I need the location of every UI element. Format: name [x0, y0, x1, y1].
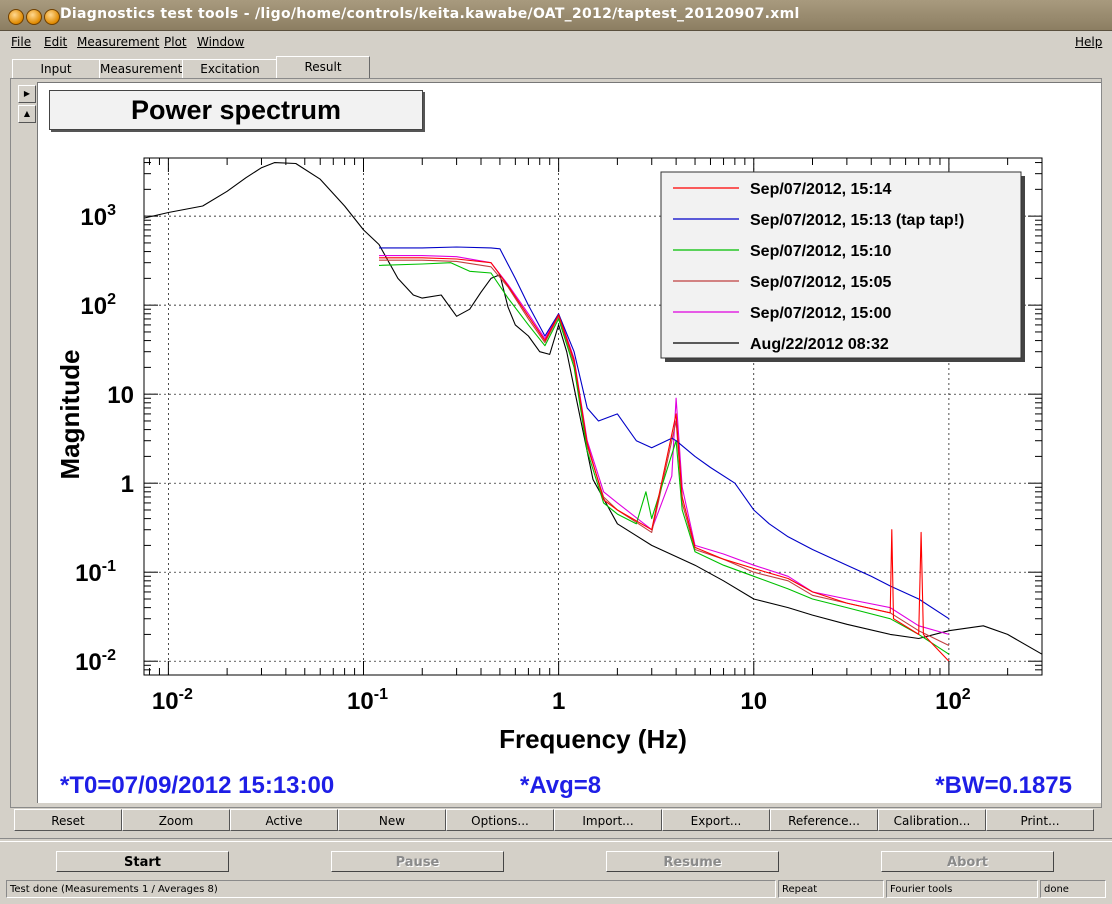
menu-edit-label: Edit [44, 35, 68, 49]
status-bar: Test done (Measurements 1 / Averages 8) … [0, 880, 1112, 902]
abort-button[interactable]: Abort [881, 851, 1054, 872]
status-message: Test done (Measurements 1 / Averages 8) [6, 880, 776, 898]
menu-measurement-label: Measurement [77, 35, 160, 49]
menu-window[interactable]: Window [197, 35, 244, 49]
menu-help-label: Help [1075, 35, 1103, 49]
tab-measurement[interactable]: Measurement [99, 59, 183, 78]
export-button[interactable]: Export... [662, 809, 770, 831]
window-title: Diagnostics test tools - /ligo/home/cont… [60, 6, 800, 22]
status-tool: Fourier tools [886, 880, 1038, 898]
menu-plot[interactable]: Plot [164, 35, 187, 49]
arrow-up-icon[interactable]: ▲ [18, 105, 36, 123]
menu-file[interactable]: File [11, 35, 31, 49]
menu-edit[interactable]: Edit [44, 35, 67, 49]
menu-help[interactable]: Help [1075, 35, 1102, 49]
start-button[interactable]: Start [56, 851, 229, 872]
reference-button[interactable]: Reference... [770, 809, 878, 831]
menu-window-label: Window [197, 35, 245, 49]
tab-excitation[interactable]: Excitation [182, 59, 278, 78]
menu-plot-label: Plot [164, 35, 187, 49]
status-state: done [1040, 880, 1106, 898]
plot-canvas[interactable] [37, 82, 1101, 803]
plot-title: Power spectrum [49, 90, 423, 130]
separator [0, 838, 1112, 842]
menu-file-label: File [11, 35, 32, 49]
menu-bar: File Edit Measurement Plot Window Help [0, 31, 1112, 53]
minimize-icon[interactable] [26, 9, 42, 25]
arrow-right-icon[interactable]: ▶ [18, 85, 36, 103]
close-icon[interactable] [8, 9, 24, 25]
resume-button[interactable]: Resume [606, 851, 779, 872]
calibration-button[interactable]: Calibration... [878, 809, 986, 831]
reset-button[interactable]: Reset [14, 809, 122, 831]
menu-measurement[interactable]: Measurement [77, 35, 159, 49]
active-button[interactable]: Active [230, 809, 338, 831]
status-mode: Repeat [778, 880, 884, 898]
plot-toolbar: Reset Zoom Active New Options... Import.… [14, 809, 1098, 833]
new-button[interactable]: New [338, 809, 446, 831]
maximize-icon[interactable] [44, 9, 60, 25]
zoom-button[interactable]: Zoom [122, 809, 230, 831]
tab-bar: Input Measurement Excitation Result [10, 56, 1104, 79]
print-button[interactable]: Print... [986, 809, 1094, 831]
title-bar: Diagnostics test tools - /ligo/home/cont… [0, 0, 1112, 31]
pause-button[interactable]: Pause [331, 851, 504, 872]
options-button[interactable]: Options... [446, 809, 554, 831]
import-button[interactable]: Import... [554, 809, 662, 831]
tab-input[interactable]: Input [12, 59, 100, 78]
tab-result[interactable]: Result [276, 56, 370, 79]
